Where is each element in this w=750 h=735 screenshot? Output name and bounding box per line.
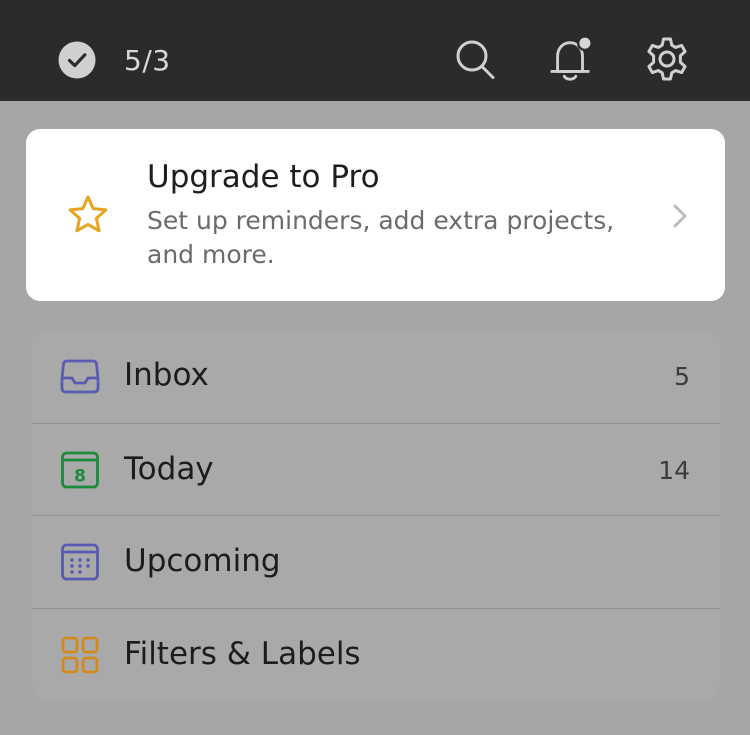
nav-item-filters-labels[interactable]: Filters & Labels bbox=[32, 607, 720, 701]
karma-count: 5/3 bbox=[124, 43, 171, 77]
navigation-list: Inbox 5 8 Today 14 Upcoming Filters & La… bbox=[32, 330, 720, 700]
search-button[interactable] bbox=[452, 35, 498, 83]
search-icon bbox=[456, 40, 495, 79]
nav-label: Upcoming bbox=[124, 543, 281, 579]
nav-item-inbox[interactable]: Inbox 5 bbox=[32, 330, 720, 423]
settings-button[interactable] bbox=[644, 35, 690, 83]
nav-item-upcoming[interactable]: Upcoming bbox=[32, 515, 720, 608]
karma-button[interactable]: 5/3 bbox=[58, 41, 171, 79]
chevron-right-icon bbox=[673, 204, 687, 228]
upgrade-to-pro-card[interactable]: Upgrade to Pro Set up reminders, add ext… bbox=[26, 129, 725, 301]
upgrade-subtitle: Set up reminders, add extra projects, an… bbox=[147, 206, 615, 269]
nav-count: 5 bbox=[674, 362, 690, 391]
inbox-icon bbox=[60, 359, 100, 394]
gear-icon bbox=[647, 37, 687, 81]
calendar-day: 8 bbox=[74, 466, 86, 486]
grid-icon bbox=[61, 636, 99, 673]
upgrade-title: Upgrade to Pro bbox=[147, 159, 380, 195]
notifications-button[interactable] bbox=[548, 35, 594, 83]
nav-label: Filters & Labels bbox=[124, 635, 361, 672]
nav-label: Today bbox=[124, 450, 214, 487]
top-bar: 5/3 bbox=[0, 0, 750, 101]
star-icon bbox=[68, 195, 108, 233]
nav-label: Inbox bbox=[124, 357, 209, 393]
check-circle-icon bbox=[58, 41, 96, 79]
calendar-today-icon: 8 bbox=[61, 451, 99, 488]
calendar-upcoming-icon bbox=[61, 543, 99, 581]
nav-item-today[interactable]: 8 Today 14 bbox=[32, 422, 720, 516]
nav-count: 14 bbox=[658, 455, 690, 485]
bell-icon bbox=[550, 35, 593, 81]
